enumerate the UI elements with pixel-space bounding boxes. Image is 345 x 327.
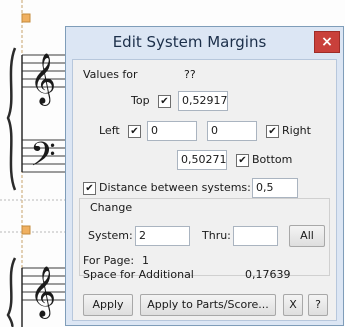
thru-label: Thru: <box>202 229 231 242</box>
bottom-label: Bottom <box>252 153 293 166</box>
dialog-titlebar[interactable]: Edit System Margins × <box>66 27 343 59</box>
space-label: Space for Additional <box>83 268 194 281</box>
top-checkbox[interactable]: ✔ <box>158 95 171 108</box>
values-for-label: Values for <box>83 68 138 81</box>
all-button[interactable]: All <box>289 225 325 247</box>
system-label: System: <box>88 229 133 242</box>
x-button[interactable]: X <box>283 294 303 316</box>
distance-checkbox[interactable]: ✔ <box>83 182 96 195</box>
left-checkbox[interactable]: ✔ <box>128 125 141 138</box>
top-label: Top <box>131 94 150 107</box>
top-field[interactable]: 0,52917 <box>178 91 228 111</box>
dialog-title: Edit System Margins <box>112 33 267 51</box>
dialog-body: Values for ?? Top ✔ 0,52917 Left ✔ 0 0 ✔… <box>72 59 337 321</box>
close-button[interactable]: × <box>314 31 340 53</box>
brace-bottom <box>6 257 17 327</box>
svg-text:𝄢: 𝄢 <box>30 136 56 182</box>
distance-field[interactable]: 0,5 <box>252 178 298 198</box>
system-field[interactable]: 2 <box>135 226 190 246</box>
apply-to-parts-button[interactable]: Apply to Parts/Score... <box>140 294 276 316</box>
apply-button[interactable]: Apply <box>83 294 133 316</box>
bottom-checkbox[interactable]: ✔ <box>236 154 249 167</box>
right-label: Right <box>282 124 311 137</box>
edit-system-margins-dialog: Edit System Margins × Values for ?? Top … <box>65 26 344 326</box>
values-for-value: ?? <box>184 68 196 81</box>
svg-text:𝄞: 𝄞 <box>30 53 56 106</box>
thru-field[interactable] <box>233 226 278 246</box>
left-label: Left <box>99 124 120 137</box>
for-page-label: For Page: <box>83 254 135 267</box>
bottom-field[interactable]: 0,50271 <box>177 150 227 170</box>
right-field[interactable]: 0 <box>207 121 257 141</box>
for-page-value: 1 <box>142 254 149 267</box>
right-checkbox[interactable]: ✔ <box>266 125 279 138</box>
svg-text:𝄞: 𝄞 <box>30 266 56 319</box>
brace-top <box>6 47 17 191</box>
system-handle-1 <box>21 13 31 23</box>
system-handle-2 <box>21 225 31 235</box>
change-group-label: Change <box>90 201 133 214</box>
help-button[interactable]: ? <box>308 294 328 316</box>
distance-label: Distance between systems: <box>99 181 251 194</box>
left-field[interactable]: 0 <box>147 121 197 141</box>
space-value: 0,17639 <box>245 268 291 281</box>
